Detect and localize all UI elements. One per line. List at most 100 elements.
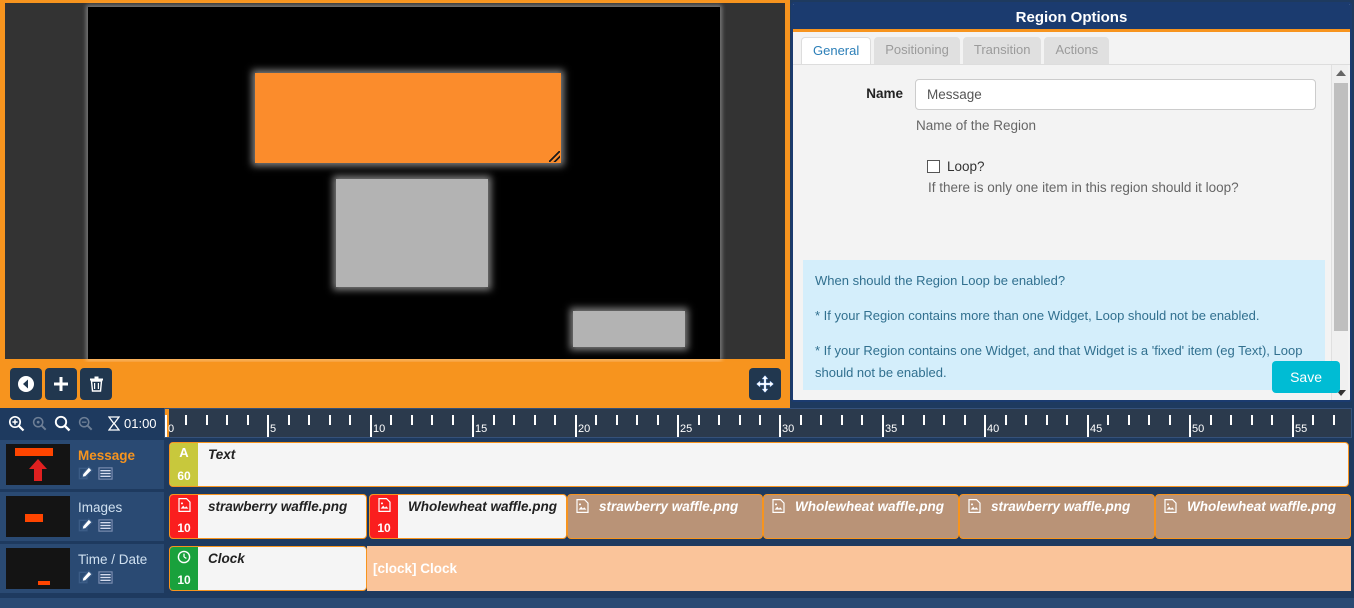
ruler-tick-minor xyxy=(595,415,597,425)
ruler-tick-minor xyxy=(1025,415,1027,425)
layout-canvas[interactable] xyxy=(88,7,720,359)
edit-icon[interactable] xyxy=(78,570,93,585)
ruler-tick-minor xyxy=(226,415,228,425)
ruler-tick-minor xyxy=(943,415,945,425)
region-thumb-top-bar[interactable] xyxy=(6,444,70,485)
zoom-in-small-icon[interactable] xyxy=(29,413,49,433)
ruler-tick-minor xyxy=(1148,415,1150,425)
zoom-reset-icon[interactable] xyxy=(52,413,72,433)
tab-general[interactable]: General xyxy=(801,37,872,64)
timeline-row-meta: Images xyxy=(70,500,122,533)
region-name-label: Images xyxy=(78,500,123,515)
zoom-out-icon[interactable] xyxy=(75,413,95,433)
scroll-up-icon[interactable] xyxy=(1332,66,1349,80)
tab-positioning[interactable]: Positioning xyxy=(874,37,960,64)
timeline-widget[interactable]: Wholewheat waffle.png xyxy=(1155,494,1351,539)
region-message[interactable] xyxy=(255,73,561,163)
move-icon xyxy=(756,375,774,393)
timeline-row: Images 10 strawberry waffle.png 10 Wholewhea… xyxy=(0,492,1354,544)
ruler-tick-label: 15 xyxy=(475,423,488,435)
list-icon[interactable] xyxy=(98,466,113,481)
timeline-ruler[interactable]: 0 5 10 15 20 25 30 35 40 45 50 55 xyxy=(164,408,1352,438)
move-toggle-button[interactable] xyxy=(749,368,781,400)
ruler-tick-minor xyxy=(247,415,249,425)
widget-duration-label: 10 xyxy=(177,521,191,535)
ruler-tick-minor xyxy=(534,415,536,425)
resize-handle-icon[interactable] xyxy=(549,151,560,162)
xibo-layout-designer: Region Options General Positioning Trans… xyxy=(0,0,1354,608)
timeline-widget[interactable]: A 60 Text xyxy=(169,442,1349,487)
region-images[interactable] xyxy=(336,179,488,287)
timeline-row-track: 10 strawberry waffle.png 10 Wholewheat waff… xyxy=(164,492,1354,541)
ruler-tick-label: 35 xyxy=(885,423,898,435)
timeline-row-header[interactable]: Images xyxy=(0,492,164,541)
ruler-tick-major xyxy=(882,415,884,437)
save-button[interactable]: Save xyxy=(1272,361,1340,393)
ruler-tick-minor xyxy=(411,415,413,425)
selected-region-arrow-stem xyxy=(34,467,42,481)
alert-line-3: * If your Region contains one Widget, an… xyxy=(815,343,1303,380)
edit-icon[interactable] xyxy=(78,466,93,481)
ruler-tick-major xyxy=(267,415,269,437)
widget-name-label: Wholewheat waffle.png xyxy=(408,499,558,514)
timeline-row-header[interactable]: Time / Date xyxy=(0,544,164,593)
list-icon[interactable] xyxy=(98,570,113,585)
region-thumb-center-bar[interactable] xyxy=(6,496,70,537)
ruler-tick-minor xyxy=(349,415,351,425)
tab-transition[interactable]: Transition xyxy=(962,37,1042,64)
image-icon xyxy=(764,495,785,538)
widget-name-label: Clock xyxy=(208,551,245,566)
name-input[interactable] xyxy=(915,79,1316,110)
loop-checkbox[interactable] xyxy=(927,160,940,173)
timeline-row: Time / Date [clock] Clock 10 Clock xyxy=(0,544,1354,596)
alert-line-1: When should the Region Loop be enabled? xyxy=(815,273,1066,288)
timeline-widget[interactable]: Wholewheat waffle.png xyxy=(763,494,959,539)
name-label: Name xyxy=(866,86,903,101)
tab-actions[interactable]: Actions xyxy=(1044,37,1110,64)
loop-label: Loop? xyxy=(947,159,985,174)
ruler-tick-label: 10 xyxy=(373,423,386,435)
panel-scrollbar[interactable] xyxy=(1331,65,1349,400)
region-name-label: Time / Date xyxy=(78,552,148,567)
region-row-icons xyxy=(78,518,122,533)
add-region-button[interactable] xyxy=(45,368,77,400)
ruler-tick-minor xyxy=(902,415,904,425)
region-time-date[interactable] xyxy=(573,311,685,347)
ruler-tick-minor xyxy=(861,415,863,425)
panel-body: General Positioning Transition Actions N… xyxy=(793,32,1350,400)
ruler-tick-minor xyxy=(820,415,822,425)
ruler-tick-minor xyxy=(1210,415,1212,425)
back-button[interactable] xyxy=(10,368,42,400)
ruler-tick-major xyxy=(1087,415,1089,437)
layout-canvas-wrapper[interactable] xyxy=(4,2,786,360)
ruler-tick-minor xyxy=(431,415,433,425)
zoom-in-icon[interactable] xyxy=(6,413,26,433)
edit-icon[interactable] xyxy=(78,518,93,533)
loop-info-alert: When should the Region Loop be enabled? … xyxy=(803,260,1325,390)
timeline-widget[interactable]: 10 strawberry waffle.png xyxy=(169,494,367,539)
ruler-tick-minor xyxy=(657,415,659,425)
timeline-widget[interactable]: 10 Wholewheat waffle.png xyxy=(369,494,567,539)
timeline-row-header[interactable]: Message xyxy=(0,440,164,489)
ruler-tick-major xyxy=(1189,415,1191,437)
delete-region-button[interactable] xyxy=(80,368,112,400)
region-thumb-bottom-bar[interactable] xyxy=(6,548,70,589)
ruler-tick-minor xyxy=(698,415,700,425)
thumb-region-marker xyxy=(25,514,44,522)
image-icon xyxy=(177,498,191,515)
ruler-tick-minor xyxy=(329,415,331,425)
ruler-tick-label: 45 xyxy=(1090,423,1103,435)
ruler-tick-minor xyxy=(739,415,741,425)
timeline-widget[interactable]: 10 Clock xyxy=(169,546,367,591)
scrollbar-thumb[interactable] xyxy=(1334,83,1348,331)
timeline-widget[interactable]: strawberry waffle.png xyxy=(959,494,1155,539)
loop-checkbox-row[interactable]: Loop? xyxy=(927,135,1316,174)
timeline-widget[interactable]: strawberry waffle.png xyxy=(567,494,763,539)
ruler-tick-minor xyxy=(185,415,187,425)
list-icon[interactable] xyxy=(98,518,113,533)
name-control: Name of the Region xyxy=(915,79,1316,133)
ruler-tick-minor xyxy=(1230,415,1232,425)
region-name-label: Message xyxy=(78,448,136,463)
duration-text: 01:00 xyxy=(124,415,157,431)
timeline-row-track: [clock] Clock 10 Clock xyxy=(164,544,1354,593)
